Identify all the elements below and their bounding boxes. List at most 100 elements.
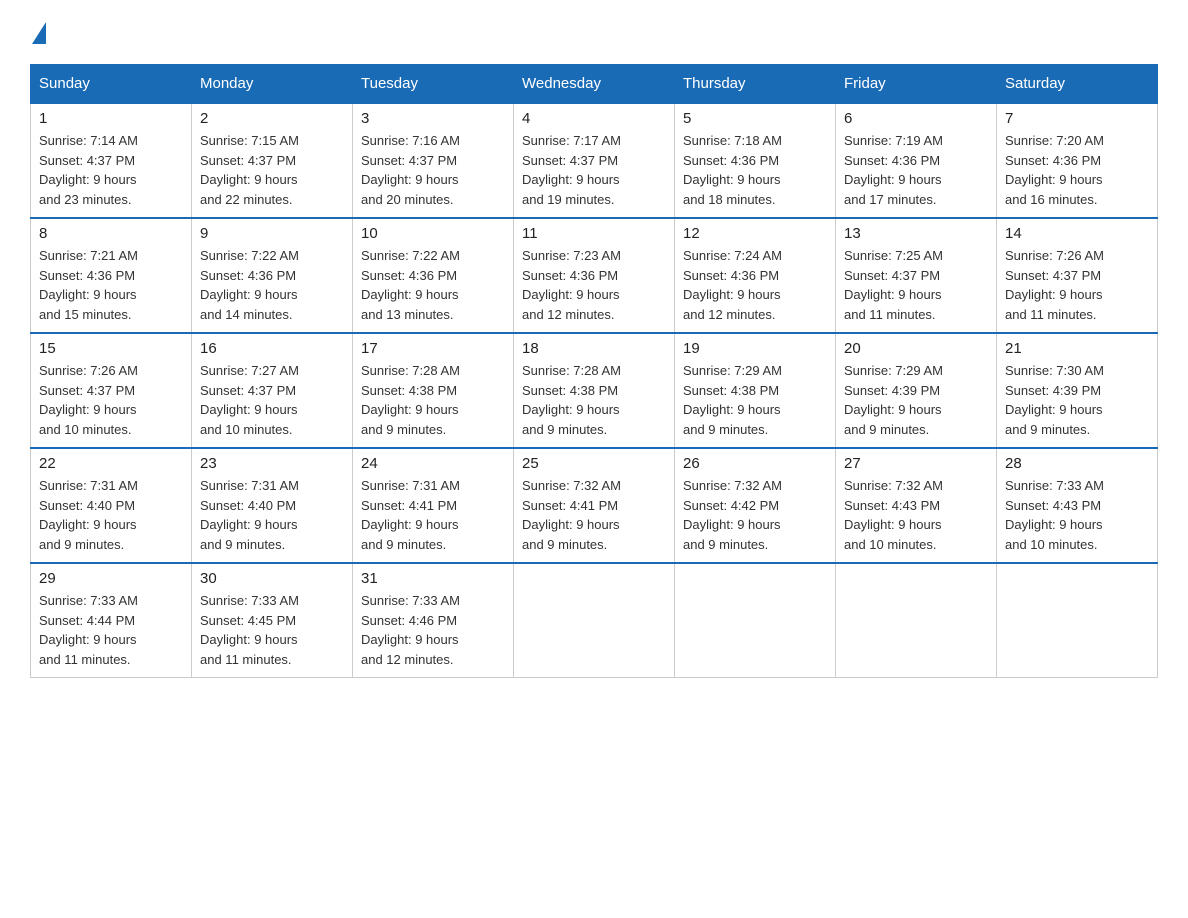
day-detail: Sunrise: 7:26 AM Sunset: 4:37 PM Dayligh… — [1005, 246, 1149, 324]
day-number: 26 — [683, 455, 827, 472]
day-detail: Sunrise: 7:28 AM Sunset: 4:38 PM Dayligh… — [522, 361, 666, 439]
page-header — [30, 20, 1158, 44]
calendar-day-cell: 18 Sunrise: 7:28 AM Sunset: 4:38 PM Dayl… — [514, 333, 675, 448]
weekday-header-monday: Monday — [192, 65, 353, 104]
day-detail: Sunrise: 7:23 AM Sunset: 4:36 PM Dayligh… — [522, 246, 666, 324]
day-detail: Sunrise: 7:19 AM Sunset: 4:36 PM Dayligh… — [844, 131, 988, 209]
day-number: 9 — [200, 225, 344, 242]
day-detail: Sunrise: 7:33 AM Sunset: 4:45 PM Dayligh… — [200, 591, 344, 669]
calendar-week-row: 22 Sunrise: 7:31 AM Sunset: 4:40 PM Dayl… — [31, 448, 1158, 563]
weekday-header-friday: Friday — [836, 65, 997, 104]
weekday-header-wednesday: Wednesday — [514, 65, 675, 104]
calendar-day-cell: 23 Sunrise: 7:31 AM Sunset: 4:40 PM Dayl… — [192, 448, 353, 563]
day-detail: Sunrise: 7:32 AM Sunset: 4:43 PM Dayligh… — [844, 476, 988, 554]
day-detail: Sunrise: 7:22 AM Sunset: 4:36 PM Dayligh… — [361, 246, 505, 324]
calendar-day-cell: 10 Sunrise: 7:22 AM Sunset: 4:36 PM Dayl… — [353, 218, 514, 333]
day-number: 27 — [844, 455, 988, 472]
day-number: 29 — [39, 570, 183, 587]
day-number: 4 — [522, 110, 666, 127]
day-detail: Sunrise: 7:30 AM Sunset: 4:39 PM Dayligh… — [1005, 361, 1149, 439]
calendar-day-cell: 21 Sunrise: 7:30 AM Sunset: 4:39 PM Dayl… — [997, 333, 1158, 448]
day-number: 5 — [683, 110, 827, 127]
calendar-day-cell — [514, 563, 675, 678]
day-number: 21 — [1005, 340, 1149, 357]
calendar-day-cell: 20 Sunrise: 7:29 AM Sunset: 4:39 PM Dayl… — [836, 333, 997, 448]
day-number: 19 — [683, 340, 827, 357]
day-detail: Sunrise: 7:32 AM Sunset: 4:41 PM Dayligh… — [522, 476, 666, 554]
day-number: 24 — [361, 455, 505, 472]
day-detail: Sunrise: 7:28 AM Sunset: 4:38 PM Dayligh… — [361, 361, 505, 439]
calendar-day-cell: 5 Sunrise: 7:18 AM Sunset: 4:36 PM Dayli… — [675, 103, 836, 218]
weekday-header-row: SundayMondayTuesdayWednesdayThursdayFrid… — [31, 65, 1158, 104]
day-number: 15 — [39, 340, 183, 357]
day-detail: Sunrise: 7:27 AM Sunset: 4:37 PM Dayligh… — [200, 361, 344, 439]
calendar-day-cell — [836, 563, 997, 678]
day-number: 6 — [844, 110, 988, 127]
calendar-day-cell: 6 Sunrise: 7:19 AM Sunset: 4:36 PM Dayli… — [836, 103, 997, 218]
calendar-day-cell: 24 Sunrise: 7:31 AM Sunset: 4:41 PM Dayl… — [353, 448, 514, 563]
day-detail: Sunrise: 7:31 AM Sunset: 4:40 PM Dayligh… — [200, 476, 344, 554]
calendar-week-row: 1 Sunrise: 7:14 AM Sunset: 4:37 PM Dayli… — [31, 103, 1158, 218]
calendar-day-cell: 13 Sunrise: 7:25 AM Sunset: 4:37 PM Dayl… — [836, 218, 997, 333]
calendar-day-cell: 29 Sunrise: 7:33 AM Sunset: 4:44 PM Dayl… — [31, 563, 192, 678]
day-detail: Sunrise: 7:17 AM Sunset: 4:37 PM Dayligh… — [522, 131, 666, 209]
day-detail: Sunrise: 7:21 AM Sunset: 4:36 PM Dayligh… — [39, 246, 183, 324]
logo-triangle-icon — [32, 22, 46, 44]
day-detail: Sunrise: 7:14 AM Sunset: 4:37 PM Dayligh… — [39, 131, 183, 209]
calendar-day-cell: 12 Sunrise: 7:24 AM Sunset: 4:36 PM Dayl… — [675, 218, 836, 333]
weekday-header-saturday: Saturday — [997, 65, 1158, 104]
calendar-day-cell: 4 Sunrise: 7:17 AM Sunset: 4:37 PM Dayli… — [514, 103, 675, 218]
calendar-day-cell: 22 Sunrise: 7:31 AM Sunset: 4:40 PM Dayl… — [31, 448, 192, 563]
calendar-day-cell: 1 Sunrise: 7:14 AM Sunset: 4:37 PM Dayli… — [31, 103, 192, 218]
calendar-day-cell: 30 Sunrise: 7:33 AM Sunset: 4:45 PM Dayl… — [192, 563, 353, 678]
calendar-week-row: 29 Sunrise: 7:33 AM Sunset: 4:44 PM Dayl… — [31, 563, 1158, 678]
day-number: 31 — [361, 570, 505, 587]
calendar-day-cell: 11 Sunrise: 7:23 AM Sunset: 4:36 PM Dayl… — [514, 218, 675, 333]
day-number: 14 — [1005, 225, 1149, 242]
calendar-day-cell: 17 Sunrise: 7:28 AM Sunset: 4:38 PM Dayl… — [353, 333, 514, 448]
weekday-header-tuesday: Tuesday — [353, 65, 514, 104]
day-detail: Sunrise: 7:31 AM Sunset: 4:40 PM Dayligh… — [39, 476, 183, 554]
calendar-header: SundayMondayTuesdayWednesdayThursdayFrid… — [31, 65, 1158, 104]
calendar-day-cell: 25 Sunrise: 7:32 AM Sunset: 4:41 PM Dayl… — [514, 448, 675, 563]
calendar-day-cell: 8 Sunrise: 7:21 AM Sunset: 4:36 PM Dayli… — [31, 218, 192, 333]
day-detail: Sunrise: 7:33 AM Sunset: 4:46 PM Dayligh… — [361, 591, 505, 669]
day-number: 3 — [361, 110, 505, 127]
day-detail: Sunrise: 7:20 AM Sunset: 4:36 PM Dayligh… — [1005, 131, 1149, 209]
day-number: 17 — [361, 340, 505, 357]
calendar-day-cell: 19 Sunrise: 7:29 AM Sunset: 4:38 PM Dayl… — [675, 333, 836, 448]
calendar-week-row: 15 Sunrise: 7:26 AM Sunset: 4:37 PM Dayl… — [31, 333, 1158, 448]
day-number: 28 — [1005, 455, 1149, 472]
calendar-day-cell: 7 Sunrise: 7:20 AM Sunset: 4:36 PM Dayli… — [997, 103, 1158, 218]
day-number: 23 — [200, 455, 344, 472]
day-number: 30 — [200, 570, 344, 587]
calendar-table: SundayMondayTuesdayWednesdayThursdayFrid… — [30, 64, 1158, 678]
day-detail: Sunrise: 7:29 AM Sunset: 4:38 PM Dayligh… — [683, 361, 827, 439]
day-detail: Sunrise: 7:25 AM Sunset: 4:37 PM Dayligh… — [844, 246, 988, 324]
day-detail: Sunrise: 7:32 AM Sunset: 4:42 PM Dayligh… — [683, 476, 827, 554]
day-detail: Sunrise: 7:18 AM Sunset: 4:36 PM Dayligh… — [683, 131, 827, 209]
day-detail: Sunrise: 7:29 AM Sunset: 4:39 PM Dayligh… — [844, 361, 988, 439]
day-detail: Sunrise: 7:33 AM Sunset: 4:44 PM Dayligh… — [39, 591, 183, 669]
calendar-day-cell: 28 Sunrise: 7:33 AM Sunset: 4:43 PM Dayl… — [997, 448, 1158, 563]
calendar-week-row: 8 Sunrise: 7:21 AM Sunset: 4:36 PM Dayli… — [31, 218, 1158, 333]
calendar-day-cell: 27 Sunrise: 7:32 AM Sunset: 4:43 PM Dayl… — [836, 448, 997, 563]
calendar-body: 1 Sunrise: 7:14 AM Sunset: 4:37 PM Dayli… — [31, 103, 1158, 678]
calendar-day-cell: 31 Sunrise: 7:33 AM Sunset: 4:46 PM Dayl… — [353, 563, 514, 678]
calendar-day-cell: 9 Sunrise: 7:22 AM Sunset: 4:36 PM Dayli… — [192, 218, 353, 333]
day-number: 20 — [844, 340, 988, 357]
day-detail: Sunrise: 7:31 AM Sunset: 4:41 PM Dayligh… — [361, 476, 505, 554]
calendar-day-cell: 16 Sunrise: 7:27 AM Sunset: 4:37 PM Dayl… — [192, 333, 353, 448]
day-detail: Sunrise: 7:16 AM Sunset: 4:37 PM Dayligh… — [361, 131, 505, 209]
weekday-header-thursday: Thursday — [675, 65, 836, 104]
weekday-header-sunday: Sunday — [31, 65, 192, 104]
day-detail: Sunrise: 7:22 AM Sunset: 4:36 PM Dayligh… — [200, 246, 344, 324]
day-number: 22 — [39, 455, 183, 472]
calendar-day-cell — [675, 563, 836, 678]
day-number: 25 — [522, 455, 666, 472]
calendar-day-cell: 26 Sunrise: 7:32 AM Sunset: 4:42 PM Dayl… — [675, 448, 836, 563]
calendar-day-cell: 3 Sunrise: 7:16 AM Sunset: 4:37 PM Dayli… — [353, 103, 514, 218]
day-number: 10 — [361, 225, 505, 242]
day-number: 8 — [39, 225, 183, 242]
day-number: 18 — [522, 340, 666, 357]
